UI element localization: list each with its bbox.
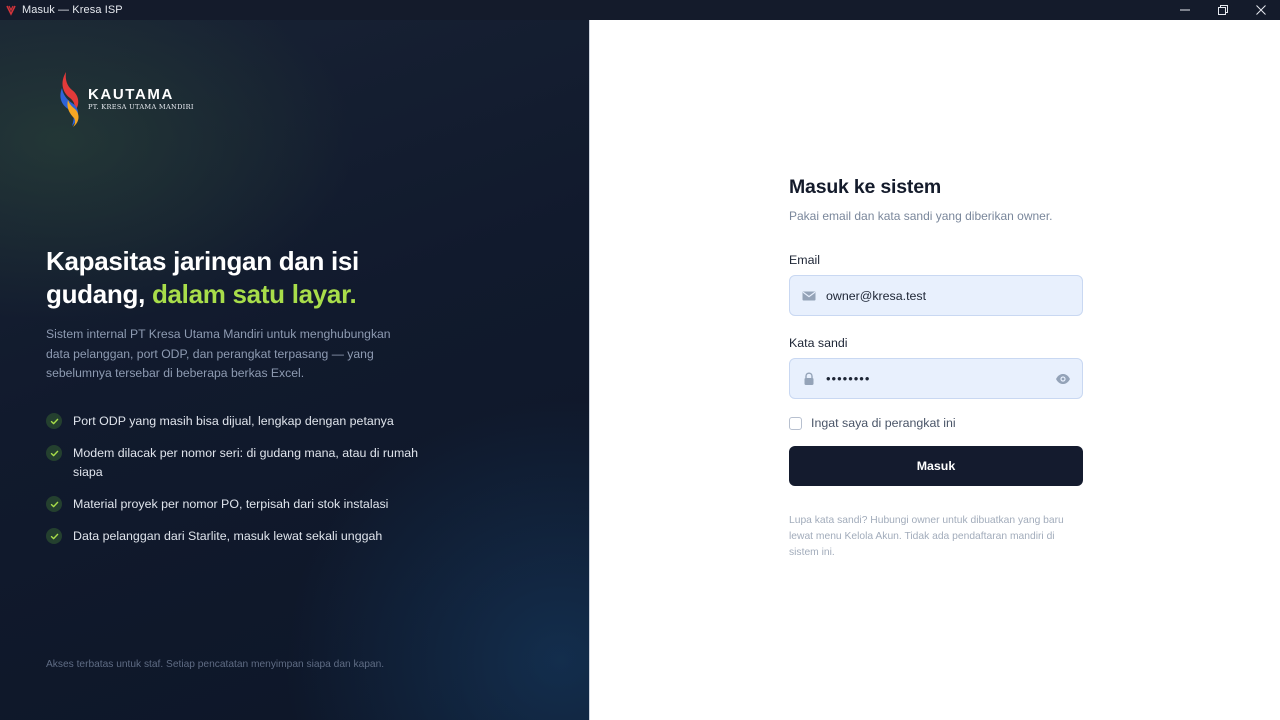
window-titlebar: Masuk — Kresa ISP <box>0 0 1280 20</box>
window-title: Masuk — Kresa ISP <box>22 4 123 16</box>
restore-button[interactable] <box>1204 0 1242 20</box>
hero-headline: Kapasitas jaringan dan isi gudang, dalam… <box>46 245 446 311</box>
check-icon <box>46 496 62 512</box>
flame-logo-icon <box>60 72 79 127</box>
feature-item: Modem dilacak per nomor seri: di gudang … <box>46 444 436 482</box>
headline-highlight: dalam satu layar. <box>151 279 357 309</box>
password-field[interactable] <box>790 359 1082 398</box>
show-password-icon[interactable] <box>1055 372 1071 386</box>
feature-text: Port ODP yang masih bisa dijual, lengkap… <box>73 414 394 428</box>
login-panel: Masuk ke sistem Pakai email dan kata san… <box>589 20 1280 720</box>
brand-tagline: PT. KRESA UTAMA MANDIRI <box>88 102 194 111</box>
email-field-wrapper <box>789 275 1083 316</box>
feature-text: Data pelanggan dari Starlite, masuk lewa… <box>73 529 383 543</box>
password-label: Kata sandi <box>789 336 848 350</box>
window-controls <box>1166 0 1280 20</box>
restore-icon <box>1218 5 1228 15</box>
forgot-password-help: Lupa kata sandi? Hubungi owner untuk dib… <box>789 515 1064 558</box>
check-icon <box>46 445 62 461</box>
access-footnote: Akses terbatas untuk staf. Setiap pencat… <box>46 659 385 670</box>
hero-description: Sistem internal PT Kresa Utama Mandiri u… <box>46 327 391 380</box>
remember-label: Ingat saya di perangkat ini <box>811 416 956 430</box>
login-subtitle: Pakai email dan kata sandi yang diberika… <box>789 209 1053 223</box>
login-title: Masuk ke sistem <box>789 176 942 198</box>
password-field-wrapper: •••••••• <box>789 358 1083 399</box>
email-label: Email <box>789 253 820 267</box>
feature-text: Modem dilacak per nomor seri: di gudang … <box>73 446 419 479</box>
feature-text: Material proyek per nomor PO, terpisah d… <box>73 497 389 511</box>
mail-icon <box>802 291 816 301</box>
hero-panel: KAUTAMA PT. KRESA UTAMA MANDIRI Kapasita… <box>0 20 589 720</box>
check-icon <box>46 413 62 429</box>
login-form: Masuk ke sistem Pakai email dan kata san… <box>789 175 1083 561</box>
close-button[interactable] <box>1242 0 1280 20</box>
check-icon <box>46 528 62 544</box>
email-field[interactable] <box>790 276 1082 315</box>
remember-me[interactable]: Ingat saya di perangkat ini <box>789 416 1083 430</box>
login-button[interactable]: Masuk <box>789 446 1083 486</box>
minimize-icon <box>1180 9 1190 11</box>
minimize-button[interactable] <box>1166 0 1204 20</box>
close-icon <box>1256 5 1266 15</box>
feature-item: Data pelanggan dari Starlite, masuk lewa… <box>46 527 436 546</box>
feature-item: Material proyek per nomor PO, terpisah d… <box>46 495 436 514</box>
company-logo: KAUTAMA PT. KRESA UTAMA MANDIRI <box>58 70 208 128</box>
feature-list: Port ODP yang masih bisa dijual, lengkap… <box>46 412 436 559</box>
remember-checkbox[interactable] <box>789 416 802 430</box>
lock-icon <box>804 372 814 385</box>
feature-item: Port ODP yang masih bisa dijual, lengkap… <box>46 412 436 431</box>
app-icon <box>6 5 16 16</box>
brand-name: KAUTAMA <box>88 85 174 103</box>
